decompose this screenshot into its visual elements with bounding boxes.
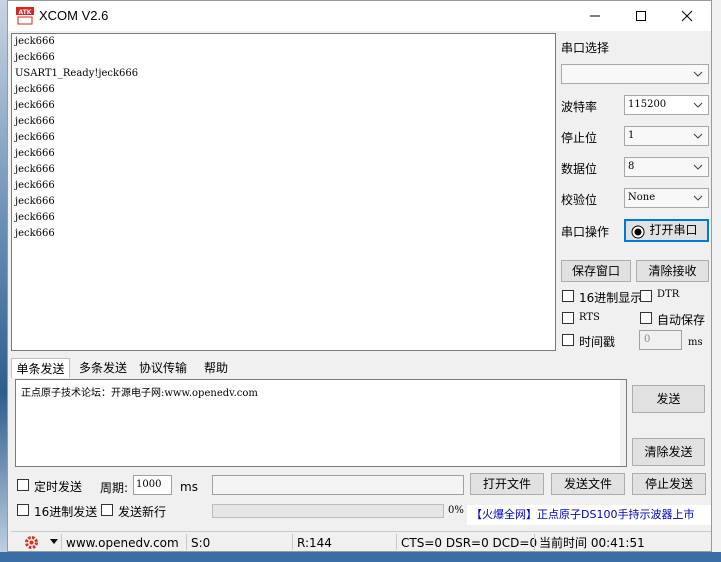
desktop-background-right	[712, 0, 721, 562]
clear-send-button[interactable]: 清除发送	[632, 438, 705, 466]
minimize-icon	[590, 15, 600, 17]
period-label: 周期:	[100, 481, 129, 495]
receive-line: jeck666	[15, 52, 55, 63]
receive-line: jeck666	[15, 148, 55, 159]
ad-link[interactable]: 【火爆全网】正点原子DS100手持示波器上市	[467, 505, 711, 525]
chevron-down-icon	[693, 164, 703, 170]
period-input[interactable]: 1000	[133, 475, 172, 495]
progress-percent: 0%	[448, 505, 464, 516]
stop-send-button[interactable]: 停止发送	[632, 473, 706, 495]
send-newline-label: 发送新行	[118, 505, 167, 519]
tab-protocol[interactable]: 协议传输	[134, 358, 192, 378]
auto-save-label: 自动保存	[657, 313, 706, 327]
receive-line: jeck666	[15, 164, 55, 175]
chevron-down-icon	[693, 195, 703, 201]
receive-textarea[interactable]: jeck666 jeck666 USART1_Ready!jeck666 jeck66…	[11, 33, 556, 351]
parity-select[interactable]: None	[624, 188, 709, 208]
send-textarea[interactable]: 正点原子技术论坛：开源电子网:www.openedv.com	[15, 379, 627, 467]
receive-line: jeck666	[15, 212, 55, 223]
timed-send-checkbox[interactable]	[17, 479, 29, 491]
receive-line: USART1_Ready!jeck666	[15, 68, 139, 79]
tab-help[interactable]: 帮助	[194, 358, 238, 378]
timestamp-ms-label: ms	[688, 337, 703, 348]
timed-send-label: 定时发送	[34, 480, 83, 494]
tab-single-send[interactable]: 单条发送	[11, 358, 70, 378]
chevron-down-icon	[693, 133, 703, 139]
svg-text:ATK: ATK	[19, 9, 32, 16]
chevron-down-icon	[693, 102, 703, 108]
signal-status: CTS=0 DSR=0 DCD=0	[401, 536, 538, 550]
status-bar: www.openedv.com S:0 R:144 CTS=0 DSR=0 DC…	[11, 531, 711, 552]
timestamp-input[interactable]: 0	[639, 330, 682, 350]
sent-count: S:0	[191, 536, 211, 550]
gear-dropdown-icon[interactable]	[50, 539, 58, 545]
baud-rate-label: 波特率	[561, 100, 598, 114]
receive-line: jeck666	[15, 116, 55, 127]
close-button[interactable]	[664, 1, 710, 31]
receive-line: jeck666	[15, 84, 55, 95]
send-progress-bar	[212, 504, 444, 518]
stop-bits-select[interactable]: 1	[624, 126, 709, 146]
dtr-label: DTR	[657, 289, 680, 300]
maximize-icon	[636, 11, 646, 21]
receive-line: jeck666	[15, 180, 55, 191]
hex-display-checkbox[interactable]	[562, 290, 574, 302]
desktop-background-bottom	[0, 552, 721, 562]
auto-save-checkbox[interactable]	[640, 312, 652, 324]
receive-line: jeck666	[15, 228, 55, 239]
receive-line: jeck666	[15, 100, 55, 111]
title-bar[interactable]: ATK XCOM V2.6	[8, 1, 711, 31]
hex-send-checkbox[interactable]	[17, 504, 29, 516]
receive-line: jeck666	[15, 196, 55, 207]
send-file-button[interactable]: 发送文件	[551, 473, 625, 495]
send-text: 正点原子技术论坛：开源电子网:www.openedv.com	[21, 388, 258, 399]
radio-dot-icon	[631, 225, 645, 239]
rts-label: RTS	[579, 312, 600, 323]
app-logo-icon: ATK	[16, 7, 34, 25]
data-bits-label: 数据位	[561, 162, 598, 176]
chevron-down-icon	[693, 71, 703, 77]
tab-multi-send[interactable]: 多条发送	[74, 358, 132, 378]
receive-line: jeck666	[15, 132, 55, 143]
port-select[interactable]	[561, 64, 709, 84]
xcom-window: ATK XCOM V2.6 jeck666 jeck666 USART1_Ready…	[7, 0, 712, 552]
timestamp-label: 时间戳	[579, 335, 616, 349]
window-title: XCOM V2.6	[39, 8, 109, 23]
website-link[interactable]: www.openedv.com	[66, 535, 179, 551]
hex-display-label: 16进制显示	[579, 291, 643, 305]
rts-checkbox[interactable]	[562, 312, 574, 324]
dtr-checkbox[interactable]	[640, 290, 652, 302]
gear-icon[interactable]	[23, 534, 40, 551]
stop-bits-label: 停止位	[561, 131, 598, 145]
maximize-button[interactable]	[618, 1, 664, 31]
save-window-button[interactable]: 保存窗口	[561, 260, 631, 282]
receive-line: jeck666	[15, 36, 55, 47]
timestamp-checkbox[interactable]	[562, 334, 574, 346]
port-operation-label: 串口操作	[561, 225, 610, 239]
open-port-button[interactable]: 打开串口	[624, 219, 709, 242]
parity-label: 校验位	[561, 193, 598, 207]
open-file-button[interactable]: 打开文件	[470, 473, 544, 495]
send-scrollbar[interactable]	[620, 380, 626, 466]
port-select-label: 串口选择	[561, 41, 610, 55]
received-count: R:144	[297, 536, 332, 550]
data-bits-select[interactable]: 8	[624, 157, 709, 177]
period-ms-label: ms	[180, 480, 198, 494]
baud-rate-select[interactable]: 115200	[624, 95, 709, 115]
current-time: 当前时间 00:41:51	[539, 536, 645, 550]
close-icon	[681, 10, 693, 22]
minimize-button[interactable]	[572, 1, 618, 31]
hex-send-label: 16进制发送	[34, 505, 98, 519]
send-newline-checkbox[interactable]	[101, 504, 113, 516]
send-button[interactable]: 发送	[632, 385, 705, 413]
clear-receive-button[interactable]: 清除接收	[636, 260, 709, 282]
file-path-input[interactable]	[212, 475, 464, 495]
